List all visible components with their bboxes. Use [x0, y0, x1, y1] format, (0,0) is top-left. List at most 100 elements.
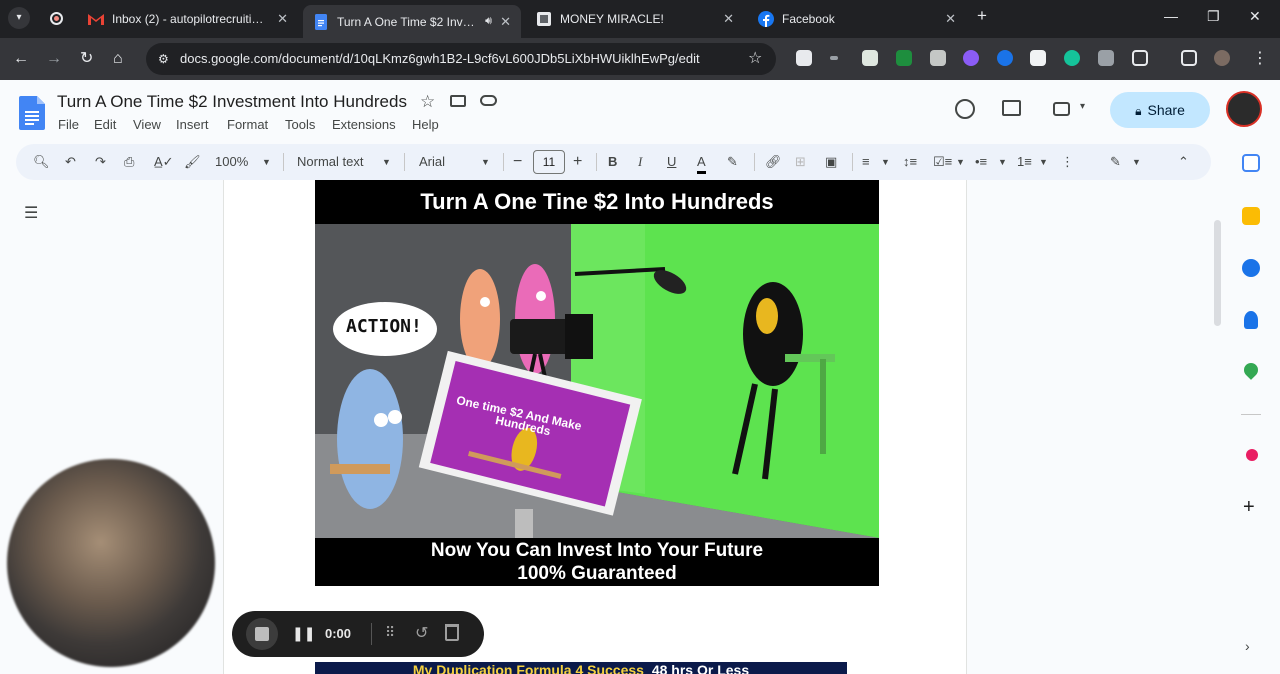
account-avatar[interactable]	[1226, 91, 1262, 127]
meet-video-icon[interactable]	[1053, 102, 1070, 116]
restore-window-icon[interactable]: ❐	[1207, 8, 1220, 25]
profile-avatar[interactable]	[1214, 50, 1230, 66]
tab-gmail[interactable]: Inbox (2) - autopilotrecruiting.c ✕	[78, 5, 298, 33]
editing-mode-icon[interactable]: ✎	[1110, 153, 1121, 171]
tasks-icon[interactable]	[1242, 259, 1260, 277]
highlight-icon[interactable]: ✎	[727, 153, 738, 171]
side-panel-icon[interactable]	[1181, 50, 1197, 66]
bookmark-star-icon[interactable]: ☆	[748, 43, 762, 75]
pause-icon[interactable]: ❚❚	[292, 625, 315, 642]
cloud-status-icon[interactable]	[480, 95, 497, 106]
numbered-list-icon[interactable]: 1≡	[1017, 153, 1032, 171]
chevron-down-icon[interactable]: ▼	[382, 153, 391, 171]
font-size-input[interactable]: 11	[533, 150, 565, 174]
vertical-scrollbar[interactable]	[1214, 220, 1221, 326]
get-addons-plus-icon[interactable]: +	[1243, 496, 1255, 519]
stop-recording-button[interactable]	[246, 618, 278, 650]
embedded-second-image[interactable]: My Duplication Formula 4 Success 48 hrs …	[315, 662, 847, 674]
reload-icon[interactable]: ↻	[80, 49, 93, 69]
font-family-select[interactable]: Arial	[419, 153, 445, 171]
zoom-select[interactable]: 100%	[215, 153, 248, 171]
extensions-puzzle-icon[interactable]	[1132, 50, 1148, 66]
docs-logo-icon[interactable]	[19, 96, 45, 135]
menu-extensions[interactable]: Extensions	[332, 117, 396, 132]
menu-tools[interactable]: Tools	[285, 117, 315, 132]
delete-trash-icon[interactable]	[445, 624, 459, 641]
close-tab-icon[interactable]: ✕	[277, 11, 288, 27]
chevron-down-icon[interactable]: ▼	[998, 153, 1007, 171]
move-folder-icon[interactable]	[450, 95, 466, 107]
underline-icon[interactable]: U	[667, 153, 676, 171]
extension-green-icon[interactable]	[896, 50, 912, 66]
addon-comet-icon[interactable]	[1246, 449, 1258, 461]
bold-icon[interactable]: B	[608, 153, 617, 171]
text-color-icon[interactable]: A	[697, 153, 706, 174]
forward-arrow-icon[interactable]: →	[46, 49, 62, 69]
chevron-down-icon[interactable]: ▼	[1039, 153, 1048, 171]
menu-file[interactable]: File	[58, 117, 79, 132]
undo-icon[interactable]: ↶	[65, 153, 76, 171]
comments-icon[interactable]	[1002, 100, 1021, 116]
menu-edit[interactable]: Edit	[94, 117, 116, 132]
contacts-icon[interactable]	[1244, 311, 1258, 329]
chevron-down-icon[interactable]: ▼	[1132, 153, 1141, 171]
menu-insert[interactable]: Insert	[176, 117, 209, 132]
tab-search-button[interactable]: ▾	[8, 7, 30, 29]
extension-stack-icon[interactable]	[796, 50, 812, 66]
grammarly-icon[interactable]	[1064, 50, 1080, 66]
webcam-bubble[interactable]	[7, 459, 215, 667]
drag-handle-icon[interactable]: ⠿	[385, 624, 395, 641]
more-options-icon[interactable]: ⋮	[1061, 153, 1074, 171]
minimize-window-icon[interactable]: —	[1164, 8, 1178, 24]
star-icon[interactable]: ☆	[420, 92, 435, 112]
document-outline-icon[interactable]: ☰	[24, 203, 38, 223]
restart-icon[interactable]: ↺	[415, 623, 428, 643]
add-comment-icon[interactable]: ⊞	[795, 153, 806, 171]
italic-icon[interactable]: I	[638, 153, 642, 171]
tab-money-miracle[interactable]: MONEY MIRACLE! ✕	[526, 5, 744, 33]
print-icon[interactable]: ⎙	[124, 153, 134, 171]
chevron-down-icon[interactable]: ▾	[1080, 101, 1085, 112]
paint-format-icon[interactable]: 🖌︎	[184, 153, 201, 171]
menu-help[interactable]: Help	[412, 117, 439, 132]
keep-icon[interactable]	[1242, 207, 1260, 225]
share-button[interactable]: 🔒︎ Share	[1110, 92, 1210, 128]
line-spacing-icon[interactable]: ↕≡	[903, 153, 917, 171]
chevron-down-icon[interactable]: ▼	[481, 153, 490, 171]
document-title[interactable]: Turn A One Time $2 Investment Into Hundr…	[57, 92, 407, 112]
chevron-down-icon[interactable]: ▼	[881, 153, 890, 171]
paragraph-style-select[interactable]: Normal text	[297, 153, 363, 171]
close-tab-icon[interactable]: ✕	[500, 14, 511, 30]
extension-pen-icon[interactable]	[930, 50, 946, 66]
close-window-icon[interactable]: ✕	[1249, 8, 1261, 25]
collapse-menus-icon[interactable]: ⌃	[1178, 153, 1189, 171]
decrease-font-size-button[interactable]: −	[513, 153, 522, 171]
bulleted-list-icon[interactable]: •≡	[975, 153, 987, 171]
align-icon[interactable]: ≡	[862, 153, 870, 171]
audio-playing-icon[interactable]: 🔊︎	[485, 15, 492, 28]
site-info-icon[interactable]: ⚙	[158, 43, 169, 75]
extension-box-icon[interactable]	[1098, 50, 1114, 66]
back-arrow-icon[interactable]: ←	[13, 49, 29, 69]
search-menus-icon[interactable]: 🔍︎	[33, 153, 50, 171]
insert-image-icon[interactable]: ▣	[825, 153, 837, 171]
chevron-down-icon[interactable]: ▼	[262, 153, 271, 171]
close-tab-icon[interactable]: ✕	[945, 11, 956, 27]
expand-side-panel-icon[interactable]: ›	[1245, 638, 1250, 654]
insert-link-icon[interactable]: 🔗︎	[765, 153, 782, 171]
close-tab-icon[interactable]: ✕	[723, 11, 734, 27]
browser-menu-icon[interactable]: ⋮	[1252, 49, 1268, 69]
extension-dots-icon[interactable]	[830, 56, 838, 60]
extension-gear-icon[interactable]	[963, 50, 979, 66]
extension-circle-icon[interactable]	[997, 50, 1013, 66]
spellcheck-icon[interactable]: A̲✓	[154, 153, 174, 171]
menu-view[interactable]: View	[133, 117, 161, 132]
tab-docs[interactable]: Turn A One Time $2 Investm 🔊︎ ✕	[303, 5, 521, 38]
redo-icon[interactable]: ↷	[95, 153, 106, 171]
chevron-down-icon[interactable]: ▼	[956, 153, 965, 171]
extension-mail-icon[interactable]	[862, 50, 878, 66]
calendar-icon[interactable]	[1242, 154, 1260, 172]
new-tab-plus-icon[interactable]: +	[977, 6, 987, 26]
embedded-promo-image[interactable]: Turn A One Tine $2 Into Hundreds ACTION!…	[315, 180, 879, 586]
menu-format[interactable]: Format	[227, 117, 268, 132]
